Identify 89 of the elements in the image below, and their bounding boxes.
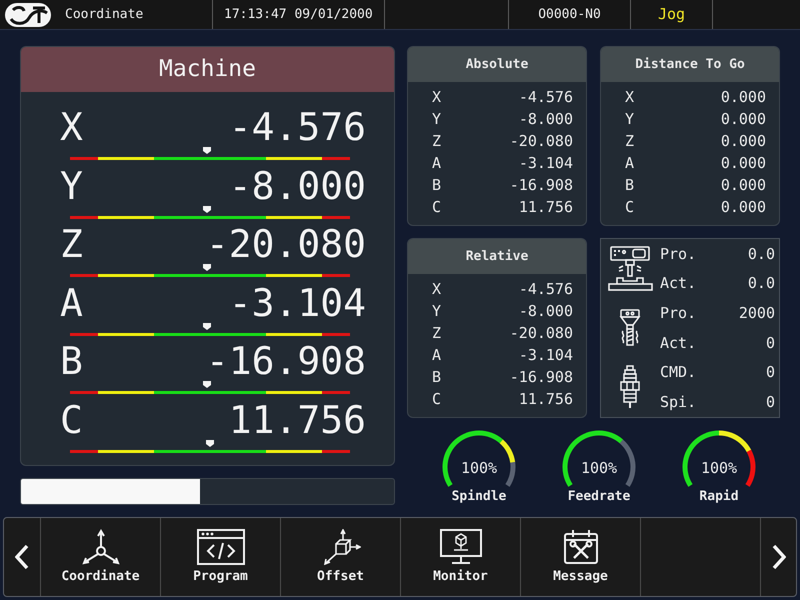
screen-title: Coordinate (65, 6, 144, 24)
panel-title: Distance To Go (635, 56, 745, 74)
axis-letter: A (432, 344, 442, 366)
panel-title: Absolute (466, 56, 528, 74)
axis-value: -3.104 (518, 344, 573, 366)
axis-letter: C (625, 196, 634, 218)
toolbar-button[interactable]: Message (521, 518, 641, 596)
axis-letter: C (60, 400, 83, 440)
axis-letter: X (432, 86, 442, 108)
axis-value: 11.756 (228, 400, 366, 440)
axis-value: -3.104 (518, 152, 573, 174)
monitor-icon (440, 529, 482, 565)
axis-value: -20.080 (510, 130, 573, 152)
axis-value: -8.000 (518, 300, 573, 322)
axis-value: 0.000 (720, 108, 766, 130)
axis-value: -4.576 (518, 86, 573, 108)
axis-value: -16.908 (510, 174, 573, 196)
axis-letter: B (432, 366, 442, 388)
gauge-label: Rapid (699, 489, 739, 505)
axis-value: 11.756 (518, 196, 573, 218)
axis-value: -8.000 (228, 166, 366, 206)
gauge-reading: 100% (460, 459, 498, 477)
axis-letter: A (625, 152, 634, 174)
axis-letter: Z (60, 224, 83, 264)
reading-label: Pro. (660, 244, 696, 265)
axis-letter: Y (60, 166, 83, 206)
axis-value: 0.000 (720, 196, 766, 218)
toolbar-button[interactable]: Monitor (401, 518, 521, 596)
axis-letter: A (60, 282, 83, 323)
reading-value: 0 (766, 362, 775, 384)
toolbar-button[interactable]: Program (161, 518, 281, 596)
gauge-reading: 100% (700, 459, 738, 477)
mode-label: Jog (658, 4, 686, 26)
axes-icon (80, 529, 120, 565)
axis-value: -8.000 (518, 108, 573, 130)
chevron-left-icon (15, 544, 29, 570)
reading-label: Act. (660, 273, 696, 294)
axis-letter: X (432, 278, 442, 300)
axis-letter: Z (432, 322, 442, 344)
axis-letter: C (432, 196, 442, 218)
reading-value: 0.0 (748, 244, 775, 265)
logo-icon (5, 2, 51, 26)
panel-title: Machine (159, 55, 256, 84)
axis-letter: B (625, 174, 634, 196)
axis-letter: Y (625, 108, 634, 130)
axis-letter: X (60, 107, 83, 147)
axis-value: 0.000 (720, 152, 766, 174)
reading-value: 2000 (738, 302, 775, 324)
toolbar-button[interactable]: Coordinate (41, 518, 161, 596)
code-window-icon (196, 529, 244, 565)
reading-value: 0.0 (748, 273, 775, 294)
gauge-label: Spindle (452, 489, 506, 505)
reading-value: 0 (766, 332, 775, 354)
milling-machine-icon (608, 246, 652, 292)
axis-letter: Y (432, 108, 442, 130)
reading-value: 0 (766, 392, 775, 413)
axis-value: 0.000 (720, 130, 766, 152)
axis-value: 0.000 (720, 86, 766, 108)
axis-value: 11.756 (518, 388, 573, 410)
reading-label: CMD. (660, 362, 696, 384)
spark-plug-icon (620, 365, 640, 410)
reading-label: Pro. (660, 302, 696, 324)
axis-value: -4.576 (228, 107, 366, 147)
reading-label: Act. (660, 332, 696, 354)
gauge-reading: 100% (580, 459, 618, 477)
axis-letter: B (60, 341, 83, 382)
axis-value: 0.000 (720, 174, 766, 196)
axis-letter: B (432, 174, 442, 196)
calendar-tools-icon (562, 529, 598, 565)
cutting-tool-icon (619, 308, 641, 347)
toolbar-button[interactable]: Offset (281, 518, 401, 596)
axis-value: -4.576 (518, 278, 573, 300)
axis-value: -20.080 (206, 224, 366, 264)
axis-value: -20.080 (510, 322, 573, 344)
axis-letter: Z (625, 130, 634, 152)
axis-letter: C (432, 388, 442, 410)
reading-label: Spi. (660, 392, 696, 413)
panel-title: Relative (466, 248, 528, 266)
axis-letter: Y (432, 300, 442, 322)
axis-value: -16.908 (510, 366, 573, 388)
program-number: O0000-N0 (538, 6, 601, 24)
axis-letter: Z (432, 130, 442, 152)
axis-value: -16.908 (206, 341, 366, 382)
axis-letter: X (625, 86, 634, 108)
chevron-right-icon (772, 544, 786, 570)
date-time: 17:13:47 09/01/2000 (224, 6, 373, 24)
gauge-label: Feedrate (568, 489, 630, 505)
axis-letter: A (432, 152, 442, 174)
axis-value: -3.104 (228, 282, 366, 323)
